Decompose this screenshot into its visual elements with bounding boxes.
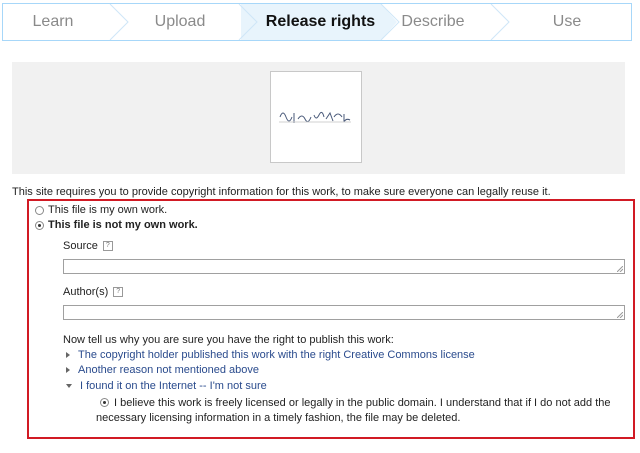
upload-steps-bar: Learn Upload Release rights Describe Use [2,3,632,41]
reason-other-label[interactable]: Another reason not mentioned above [78,364,259,376]
believe-free-license-option[interactable]: I believe this work is freely licensed o… [96,396,616,426]
authors-label-row: Author(s) ? [63,286,124,298]
own-work-label: This file is my own work. [48,204,168,216]
authors-help-icon[interactable]: ? [113,287,124,297]
resize-grip-icon[interactable] [617,312,623,318]
step-upload: Upload [154,13,206,30]
expand-triangle-icon [66,367,70,373]
resize-grip-icon[interactable] [617,266,623,272]
source-label-row: Source ? [63,240,113,252]
reason-other[interactable]: Another reason not mentioned above [66,364,259,376]
source-help-icon[interactable]: ? [102,241,113,251]
step-learn: Learn [32,13,74,30]
source-label: Source [63,240,98,252]
collapse-triangle-icon [66,384,72,388]
not-own-work-option[interactable]: This file is not my own work. [35,219,198,231]
step-release-rights: Release rights [265,13,376,30]
reason-found-internet-label[interactable]: I found it on the Internet -- I'm not su… [80,380,267,392]
file-thumbnail[interactable] [270,71,362,163]
reason-cc-license[interactable]: The copyright holder published this work… [66,349,475,361]
not-own-work-radio[interactable] [35,220,44,230]
believe-free-license-radio[interactable] [100,398,109,407]
not-own-work-label: This file is not my own work. [48,219,198,231]
own-work-option[interactable]: This file is my own work. [35,204,167,216]
expand-triangle-icon [66,352,70,358]
authors-label: Author(s) [63,286,109,298]
own-work-radio[interactable] [35,205,44,215]
copyright-intro-text: This site requires you to provide copyri… [12,186,551,198]
reason-cc-license-label[interactable]: The copyright holder published this work… [78,349,475,361]
step-describe: Describe [401,13,465,30]
believe-free-license-text: I believe this work is freely licensed o… [96,397,611,424]
reason-found-internet[interactable]: I found it on the Internet -- I'm not su… [66,380,267,392]
source-field[interactable] [63,259,625,274]
authors-field[interactable] [63,305,625,320]
why-prompt: Now tell us why you are sure you have th… [63,334,394,346]
handwriting-thumbnail-image [276,105,356,127]
step-use: Use [552,13,582,30]
